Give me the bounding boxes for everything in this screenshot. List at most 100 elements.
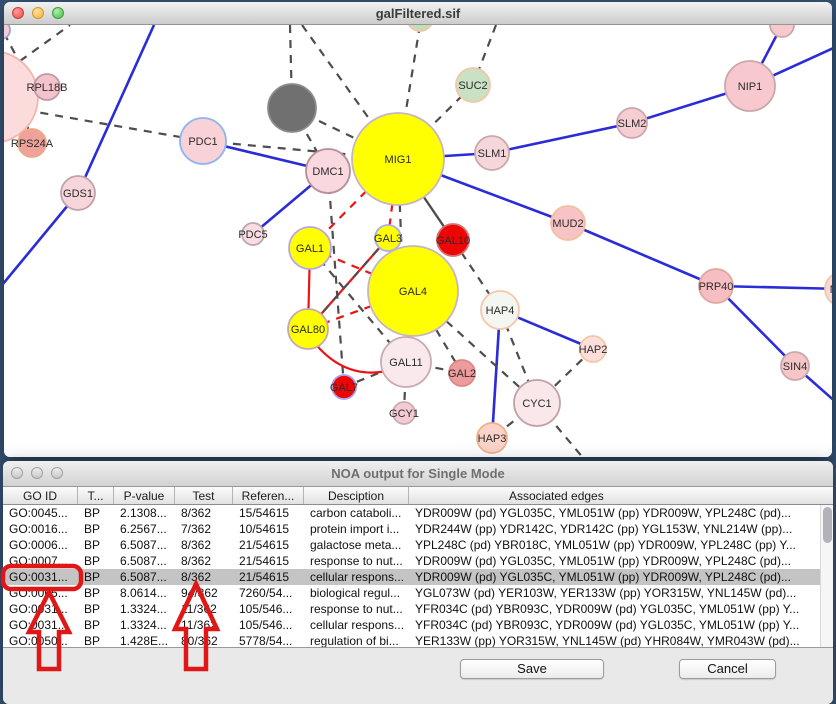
vertical-scrollbar[interactable] [820,505,833,649]
table-cell: 8/362 [175,505,233,521]
save-button[interactable]: Save [460,659,604,679]
table-cell: 1.3324... [114,601,175,617]
table-cell: BP [78,505,114,521]
edge-GDS1-offleft [4,193,78,290]
noa-footer: Save Cancel [3,647,833,704]
node-label-MUD2: MUD2 [552,218,583,230]
node-green-top-node[interactable] [407,25,433,31]
table-row[interactable]: GO:0006...BP6.5087...8/36221/54615galact… [3,537,833,553]
table-cell: 6.5087... [114,553,175,569]
table-cell: YFR034C (pd) YBR093C, YDR009W (pd) YGL03… [409,601,833,617]
minimize-button-icon[interactable] [31,467,43,479]
cancel-button[interactable]: Cancel [679,659,776,679]
noa-titlebar[interactable]: NOA output for Single Mode [3,461,833,487]
edge-DMC1-GAL7 [328,171,344,387]
network-titlebar[interactable]: galFiltered.sif [4,2,832,25]
table-cell: YDR009W (pd) YGL035C, YML051W (pp) YDR00… [409,569,833,585]
table-row[interactable]: GO:0007...BP6.5087...8/36221/54615respon… [3,553,833,569]
network-canvas[interactable]: RPL18BRPS24APDC1GDS1SUC2MIG1SLM1SLM2NIP1… [4,25,832,457]
table-cell: biological regul... [304,585,409,601]
column-header-referen-[interactable]: Referen... [233,487,304,504]
edge-bigpale-offtop [20,25,70,61]
table-cell: 21/54615 [233,553,304,569]
table-cell: BP [78,537,114,553]
table-cell: carbon cataboli... [304,505,409,521]
table-row[interactable]: GO:0016...BP6.2567...7/36210/54615protei… [3,521,833,537]
table-cell: BP [78,617,114,633]
table-cell: 10/54615 [233,521,304,537]
table-cell: 21/54615 [233,569,304,585]
node-label-RPS24A: RPS24A [11,138,54,150]
table-cell: response to nut... [304,601,409,617]
table-cell: YDR009W (pd) YGL035C, YML051W (pp) YDR00… [409,505,833,521]
edge-SLM1-SLM2 [492,123,632,153]
table-row[interactable]: GO:0031...BP1.3324...11/362105/546...res… [3,601,833,617]
noa-table-body: GO:0045...BP2.1308...8/36215/54615carbon… [3,505,833,649]
column-header-p-value[interactable]: P-value [114,487,175,504]
table-cell: YFR034C (pd) YBR093C, YDR009W (pd) YGL03… [409,617,833,633]
zoom-button-icon[interactable] [51,467,63,479]
node-label-SIN4: SIN4 [783,361,807,373]
node-label-GAL11: GAL11 [389,357,422,369]
node-label-SUC2: SUC2 [458,80,487,92]
node-gray-node[interactable] [268,84,316,132]
table-row[interactable]: GO:0031...BP1.3324...11/362105/546...cel… [3,617,833,633]
minimize-button-icon[interactable] [32,7,44,19]
table-cell: 7260/54... [233,585,304,601]
zoom-button-icon[interactable] [52,7,64,19]
table-row[interactable]: GO:0065...BP8.0614...94/3627260/54...bio… [3,585,833,601]
column-header-t-[interactable]: T... [78,487,114,504]
node-label-PDC1: PDC1 [188,136,217,148]
node-label-PDC5: PDC5 [238,229,267,241]
table-cell: 8/362 [175,553,233,569]
table-cell: GO:0031... [3,617,78,633]
network-window-title: galFiltered.sif [4,6,832,21]
table-row[interactable]: GO:0045...BP2.1308...8/36215/54615carbon… [3,505,833,521]
close-button-icon[interactable] [12,7,24,19]
table-cell: response to nut... [304,553,409,569]
table-cell: YGL073W (pd) YER103W, YER133W (pp) YOR31… [409,585,833,601]
node-corner-node[interactable] [4,25,10,39]
table-cell: YDR009W (pd) YGL035C, YML051W (pp) YDR00… [409,553,833,569]
node-label-GAL4: GAL4 [399,286,427,298]
table-cell: 94/362 [175,585,233,601]
table-cell: BP [78,601,114,617]
table-cell: GO:0045... [3,505,78,521]
node-label-GCY1: GCY1 [389,408,419,420]
table-cell: 7/362 [175,521,233,537]
column-header-go-id[interactable]: GO ID [3,487,78,504]
table-row-selected[interactable]: GO:0031...BP6.5087...8/36221/54615cellul… [3,569,833,585]
noa-output-window: NOA output for Single Mode GO IDT...P-va… [3,461,833,704]
node-label-PRP40: PRP40 [699,281,734,293]
node-label-SLM1: SLM1 [478,148,507,160]
table-cell: BP [78,569,114,585]
close-button-icon[interactable] [11,467,23,479]
table-cell: cellular respons... [304,569,409,585]
table-cell: YPL248C (pd) YBR018C, YML051W (pp) YDR00… [409,537,833,553]
node-pink-topright-node[interactable] [770,25,794,37]
table-cell: 6.5087... [114,569,175,585]
node-label-HAP4: HAP4 [486,305,515,317]
table-cell: 11/362 [175,601,233,617]
table-cell: GO:0031... [3,601,78,617]
node-label-CYC1: CYC1 [522,398,551,410]
table-cell: GO:0031... [3,569,78,585]
network-window: galFiltered.sif RPL18BRPS24APDC1GDS1SUC2… [4,2,832,457]
node-label-GAL2: GAL2 [448,368,476,380]
column-header-associated-edges[interactable]: Associated edges [409,487,833,504]
node-label-GAL80: GAL80 [291,324,325,336]
table-cell: YDR244W (pp) YDR142C, YDR142C (pp) YGL15… [409,521,833,537]
column-header-desciption[interactable]: Desciption [304,487,409,504]
node-label-MSN: MSN [830,284,832,296]
table-cell: GO:0065... [3,585,78,601]
node-label-NIP1: NIP1 [738,81,762,93]
table-cell: GO:0016... [3,521,78,537]
node-label-SLM2: SLM2 [618,118,647,130]
scrollbar-thumb[interactable] [823,507,832,543]
column-header-test[interactable]: Test [175,487,233,504]
table-cell: 105/546... [233,617,304,633]
edge-offtop-GDS1 [78,25,154,193]
edge-MUD2-PRP40 [568,223,716,286]
table-cell: BP [78,521,114,537]
table-cell: protein import i... [304,521,409,537]
